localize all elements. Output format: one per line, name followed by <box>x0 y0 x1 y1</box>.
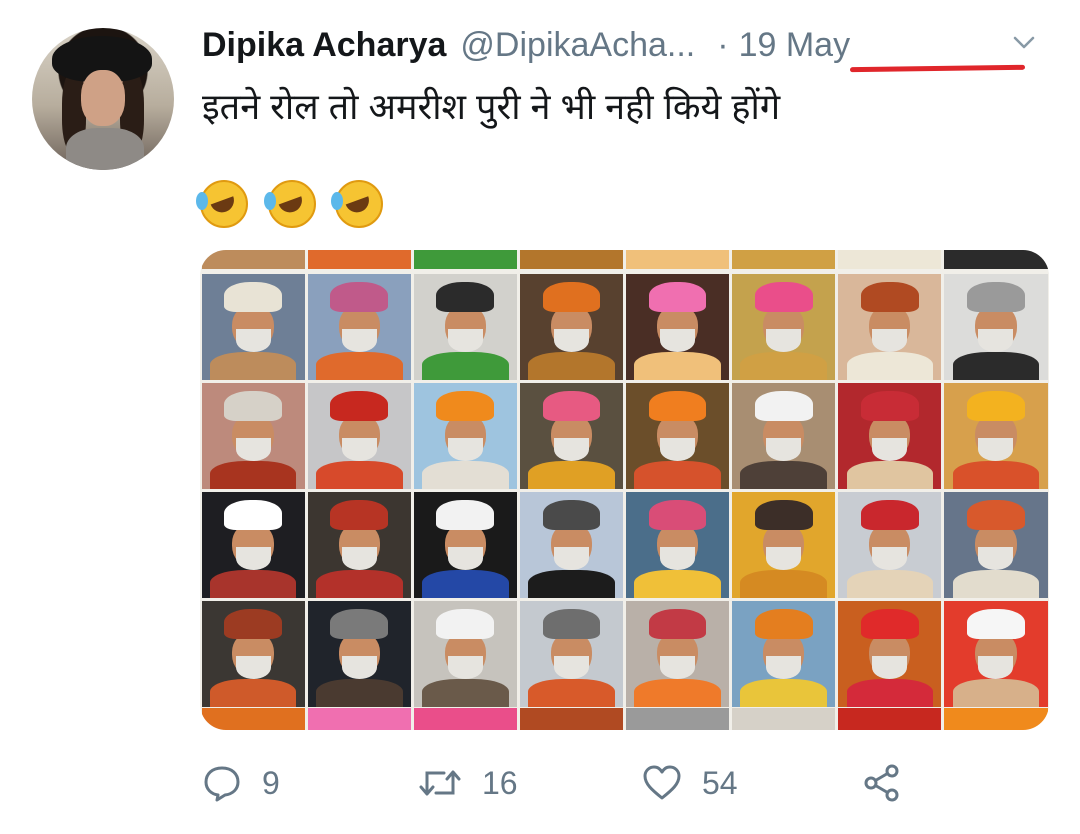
avatar-body <box>66 128 144 170</box>
collage-edge-strip <box>413 708 517 730</box>
collage-photo <box>413 273 517 380</box>
like-count: 54 <box>702 764 738 801</box>
collage-photo <box>307 382 411 489</box>
collage-photo <box>519 491 623 598</box>
collage-photo <box>413 600 517 707</box>
collage-photo <box>732 491 836 598</box>
author-handle[interactable]: @DipikaAcha... <box>460 26 695 65</box>
collage-photo <box>413 382 517 489</box>
collage-edge-strip <box>732 250 836 269</box>
collage-photo <box>838 600 942 707</box>
avatar-face <box>81 70 125 126</box>
collage-photo <box>307 600 411 707</box>
collage-photo <box>307 491 411 598</box>
collage-photo <box>626 491 730 598</box>
collage-edge-strip <box>519 708 623 730</box>
date-underline-annotation <box>849 64 1026 73</box>
collage-edge-strip <box>201 250 305 269</box>
reply-icon <box>204 766 240 802</box>
reply-count: 9 <box>262 764 280 801</box>
retweet-button[interactable]: 16 <box>418 758 518 808</box>
collage-photo <box>732 382 836 489</box>
collage-photo <box>626 382 730 489</box>
collage-photo <box>944 491 1048 598</box>
collage-photo <box>944 600 1048 707</box>
share-icon <box>864 764 899 802</box>
author-avatar[interactable] <box>32 28 174 170</box>
collage-photo <box>519 273 623 380</box>
collage-photo <box>944 382 1048 489</box>
collage-edge-strip <box>307 708 411 730</box>
rolling-on-floor-laughing-icon <box>263 180 316 228</box>
collage-photo <box>413 491 517 598</box>
collage-photo <box>201 382 305 489</box>
rolling-on-floor-laughing-icon <box>331 180 384 228</box>
collage-edge-strip <box>838 708 942 730</box>
tweet-text: इतने रोल तो अमरीश पुरी ने भी नही किये हो… <box>202 86 781 127</box>
collage-photo <box>838 491 942 598</box>
collage-photo <box>201 600 305 707</box>
retweet-count: 16 <box>482 764 518 801</box>
retweet-icon <box>419 770 461 796</box>
collage-photo <box>201 273 305 380</box>
collage-edge-strip <box>201 708 305 730</box>
collage-edge-strip <box>838 250 942 269</box>
tweet-emoji-row <box>196 180 389 236</box>
like-button[interactable]: 54 <box>642 758 738 808</box>
header-separator: · <box>717 26 729 64</box>
tweet-date[interactable]: 19 May <box>739 26 851 65</box>
collage-photo <box>838 273 942 380</box>
collage-photo <box>838 382 942 489</box>
collage-photo <box>201 491 305 598</box>
collage-edge-strip <box>413 250 517 269</box>
collage-edge-strip <box>307 250 411 269</box>
tweet-media-image[interactable] <box>200 250 1049 730</box>
author-name[interactable]: Dipika Acharya <box>202 26 446 65</box>
collage-photo <box>732 273 836 380</box>
photo-collage-grid <box>200 250 1049 730</box>
collage-photo <box>307 273 411 380</box>
share-button[interactable] <box>862 758 902 808</box>
tweet-actions: 9 16 54 <box>202 758 1002 808</box>
collage-photo <box>944 273 1048 380</box>
collage-edge-strip <box>944 708 1048 730</box>
chevron-down-icon[interactable] <box>1013 36 1035 50</box>
collage-photo <box>519 382 623 489</box>
collage-photo <box>626 600 730 707</box>
heart-icon <box>643 765 681 800</box>
collage-edge-strip <box>732 708 836 730</box>
collage-photo <box>519 600 623 707</box>
collage-edge-strip <box>944 250 1048 269</box>
collage-edge-strip <box>626 250 730 269</box>
collage-edge-strip <box>519 250 623 269</box>
tweet-header: Dipika Acharya @DipikaAcha... · 19 May <box>202 26 850 70</box>
collage-photo <box>732 600 836 707</box>
collage-edge-strip <box>626 708 730 730</box>
collage-photo <box>626 273 730 380</box>
reply-button[interactable]: 9 <box>202 758 280 808</box>
rolling-on-floor-laughing-icon <box>196 180 248 228</box>
